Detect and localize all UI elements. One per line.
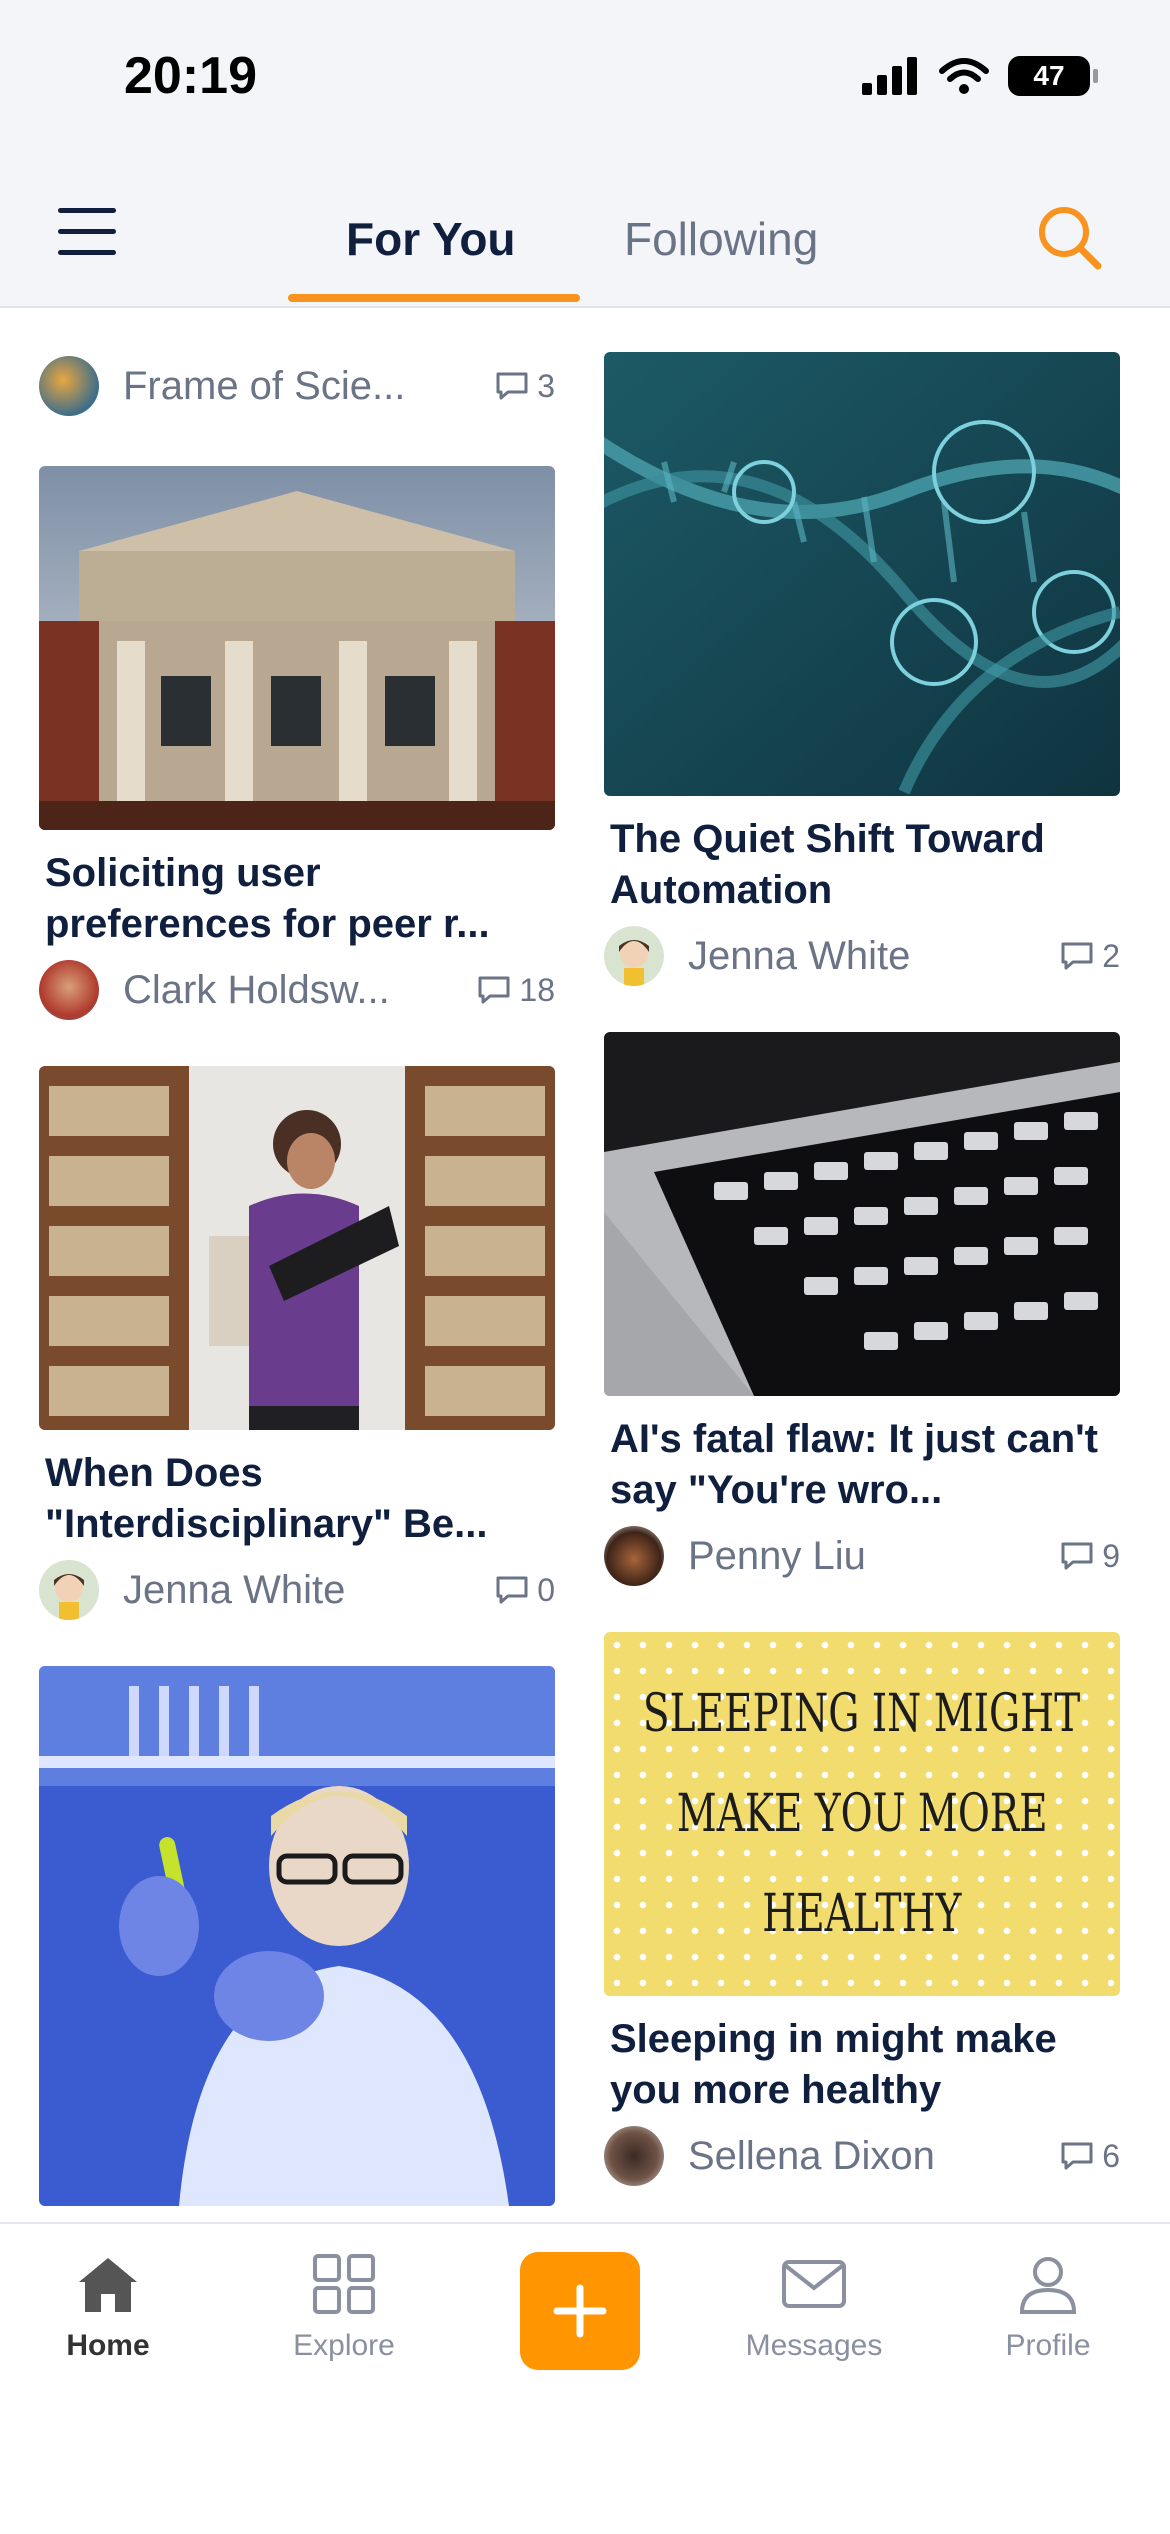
- post-image-keyboard[interactable]: [604, 1032, 1120, 1396]
- nav-home[interactable]: Home: [18, 2252, 198, 2363]
- comment-icon: [478, 976, 510, 1004]
- post-title[interactable]: Sleeping in might make you more healthy: [610, 2014, 1114, 2116]
- status-bar: 20:19 47: [0, 0, 1170, 160]
- wifi-icon: [939, 58, 989, 94]
- author-name[interactable]: Penny Liu: [688, 1534, 1060, 1579]
- post-card[interactable]: When Does "Interdisciplinary" Be... Jenn…: [39, 1066, 555, 1622]
- top-tab-bar: For You Following: [0, 160, 1170, 308]
- tab-for-you[interactable]: For You: [346, 212, 516, 266]
- avatar[interactable]: [604, 1526, 664, 1586]
- grid-icon: [313, 2254, 375, 2314]
- comment-icon: [496, 372, 528, 400]
- avatar: [39, 356, 99, 416]
- comment-icon: [1061, 942, 1093, 970]
- battery-level: 47: [1033, 60, 1065, 91]
- avatar[interactable]: [604, 926, 664, 986]
- author-name[interactable]: Clark Holdsw...: [123, 968, 477, 1013]
- post-image-scientist[interactable]: [39, 1666, 555, 2206]
- feed-column-left: Frame of Scie... 3 Soliciting user prefe…: [39, 308, 555, 2206]
- plus-icon: [553, 2284, 607, 2338]
- comment-icon: [496, 1576, 528, 1604]
- comment-count[interactable]: 18: [477, 972, 555, 1009]
- author-name[interactable]: Jenna White: [688, 934, 1060, 979]
- author-name[interactable]: Sellena Dixon: [688, 2134, 1060, 2179]
- post-meta: Penny Liu 9: [604, 1524, 1120, 1588]
- post-image-quote[interactable]: Sleeping in might make you more healthy: [604, 1632, 1120, 1996]
- status-icons: 47: [862, 56, 1098, 96]
- post-title[interactable]: When Does "Interdisciplinary" Be...: [45, 1448, 549, 1550]
- cellular-signal-icon: [862, 57, 917, 95]
- nav-label: Messages: [745, 2329, 883, 2362]
- nav-label: Profile: [1005, 2329, 1091, 2362]
- post-card[interactable]: [39, 1666, 555, 2206]
- comment-count[interactable]: 2: [1060, 938, 1120, 975]
- tab-following[interactable]: Following: [624, 212, 818, 266]
- image-text-line: make you more: [676, 1784, 1048, 1844]
- post-meta: Sellena Dixon 6: [604, 2124, 1120, 2188]
- source-name: Frame of Scie...: [123, 363, 406, 408]
- avatar[interactable]: [39, 1560, 99, 1620]
- post-image-dna[interactable]: [604, 352, 1120, 796]
- bottom-nav: Home Explore Messages Profile: [0, 2222, 1170, 2534]
- post-card[interactable]: Sleeping in might make you more healthy …: [604, 1632, 1120, 2188]
- active-tab-indicator: [288, 294, 580, 302]
- avatar[interactable]: [604, 2126, 664, 2186]
- nav-label: Home: [66, 2329, 150, 2362]
- post-image-library[interactable]: [39, 1066, 555, 1430]
- image-text-line: Sleeping in might: [643, 1684, 1081, 1744]
- post-card[interactable]: AI's fatal flaw: It just can't say "You'…: [604, 1032, 1120, 1588]
- home-icon: [79, 2258, 137, 2312]
- avatar[interactable]: [39, 960, 99, 1020]
- post-image-building[interactable]: [39, 466, 555, 830]
- battery-icon: 47: [1008, 56, 1098, 96]
- image-text-line: healthy: [762, 1884, 962, 1944]
- author-name[interactable]: Jenna White: [123, 1568, 495, 1613]
- post-meta: Jenna White 0: [39, 1558, 555, 1622]
- post-card[interactable]: The Quiet Shift Toward Automation Jenna …: [604, 352, 1120, 988]
- post-meta: Jenna White 2: [604, 924, 1120, 988]
- comment-count[interactable]: 9: [1060, 1538, 1120, 1575]
- comment-icon: [1061, 2142, 1093, 2170]
- menu-icon[interactable]: [58, 208, 116, 256]
- status-time: 20:19: [124, 47, 257, 105]
- comment-count[interactable]: 0: [495, 1572, 555, 1609]
- source-row[interactable]: Frame of Scie... 3: [39, 354, 555, 418]
- mail-icon: [782, 2260, 846, 2308]
- nav-messages[interactable]: Messages: [724, 2252, 904, 2363]
- nav-label: Explore: [293, 2329, 395, 2362]
- nav-explore[interactable]: Explore: [254, 2252, 434, 2363]
- nav-profile[interactable]: Profile: [958, 2252, 1138, 2363]
- feed-grid: Frame of Scie... 3 Soliciting user prefe…: [0, 308, 1170, 2223]
- post-card[interactable]: Soliciting user preferences for peer r..…: [39, 466, 555, 1022]
- person-icon: [1019, 2257, 1077, 2314]
- comment-icon: [1061, 1542, 1093, 1570]
- post-title[interactable]: AI's fatal flaw: It just can't say "You'…: [610, 1414, 1114, 1516]
- create-post-button[interactable]: [520, 2252, 640, 2370]
- search-icon[interactable]: [1034, 202, 1104, 272]
- post-title[interactable]: Soliciting user preferences for peer r..…: [45, 848, 549, 950]
- post-meta: Clark Holdsw... 18: [39, 958, 555, 1022]
- comment-count[interactable]: 3: [495, 368, 555, 405]
- post-title[interactable]: The Quiet Shift Toward Automation: [610, 814, 1114, 916]
- feed-column-right: The Quiet Shift Toward Automation Jenna …: [604, 308, 1120, 2188]
- comment-count[interactable]: 6: [1060, 2138, 1120, 2175]
